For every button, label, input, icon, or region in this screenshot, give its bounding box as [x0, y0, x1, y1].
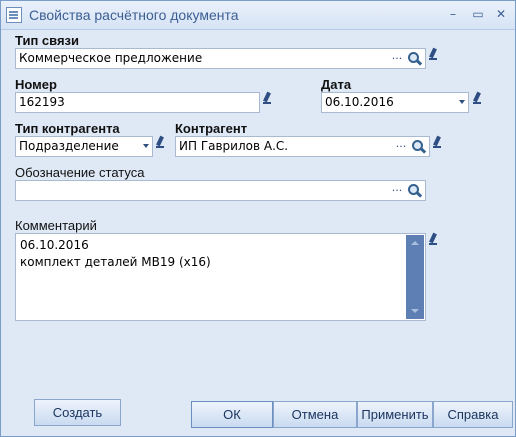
edit-pencil-icon[interactable]	[262, 92, 271, 105]
counterparty-type-value: Подразделение	[19, 139, 119, 153]
document-icon	[6, 7, 22, 23]
edit-pencil-icon[interactable]	[432, 136, 441, 149]
window-title: Свойства расчётного документа	[29, 7, 239, 23]
comment-textarea[interactable]: 06.10.2016 комплект деталей МВ19 (х16)	[15, 233, 426, 321]
scroll-down-icon[interactable]	[411, 309, 419, 313]
status-field[interactable]: ···	[15, 180, 426, 201]
number-field[interactable]: 162193	[15, 92, 260, 113]
number-value: 162193	[19, 95, 65, 109]
minimize-icon[interactable]: –	[445, 6, 461, 22]
search-icon[interactable]	[405, 49, 423, 68]
ok-button[interactable]: ОК	[191, 401, 273, 428]
link-type-label: Тип связи	[15, 33, 79, 48]
search-icon[interactable]	[405, 181, 423, 200]
apply-button[interactable]: Применить	[357, 401, 433, 428]
title-bar: Свойства расчётного документа – ▭ ✕	[1, 1, 515, 30]
counterparty-label: Контрагент	[175, 121, 248, 136]
date-label: Дата	[321, 77, 352, 92]
maximize-icon[interactable]: ▭	[470, 6, 486, 22]
help-button[interactable]: Справка	[433, 401, 513, 428]
date-field[interactable]: 06.10.2016	[321, 92, 469, 113]
comment-line: 06.10.2016	[20, 238, 89, 252]
cancel-button[interactable]: Отмена	[273, 401, 357, 428]
dropdown-arrow-icon[interactable]	[143, 144, 149, 148]
create-button[interactable]: Создать	[34, 399, 121, 426]
counterparty-type-label: Тип контрагента	[15, 121, 120, 136]
counterparty-field[interactable]: ИП Гаврилов А.С. ···	[175, 136, 430, 157]
date-value: 06.10.2016	[325, 95, 394, 109]
counterparty-value: ИП Гаврилов А.С.	[179, 139, 289, 153]
link-type-value: Коммерческое предложение	[19, 51, 203, 65]
browse-button[interactable]: ···	[393, 137, 409, 156]
comment-label: Комментарий	[15, 218, 97, 233]
comment-line: комплект деталей МВ19 (х16)	[20, 255, 211, 269]
close-icon[interactable]: ✕	[493, 6, 509, 22]
link-type-field[interactable]: Коммерческое предложение ···	[15, 48, 426, 69]
dropdown-arrow-icon[interactable]	[459, 100, 465, 104]
status-label: Обозначение статуса	[15, 165, 145, 180]
counterparty-type-select[interactable]: Подразделение	[15, 136, 153, 157]
browse-button[interactable]: ···	[389, 49, 405, 68]
edit-pencil-icon[interactable]	[155, 136, 164, 149]
browse-button[interactable]: ···	[389, 181, 405, 200]
number-label: Номер	[15, 77, 57, 92]
vertical-scrollbar[interactable]	[406, 235, 424, 319]
edit-pencil-icon[interactable]	[428, 48, 437, 61]
edit-pencil-icon[interactable]	[428, 233, 437, 246]
properties-dialog: Свойства расчётного документа – ▭ ✕ Тип …	[0, 0, 516, 437]
edit-pencil-icon[interactable]	[472, 92, 481, 105]
search-icon[interactable]	[409, 137, 427, 156]
scroll-up-icon[interactable]	[411, 241, 419, 245]
